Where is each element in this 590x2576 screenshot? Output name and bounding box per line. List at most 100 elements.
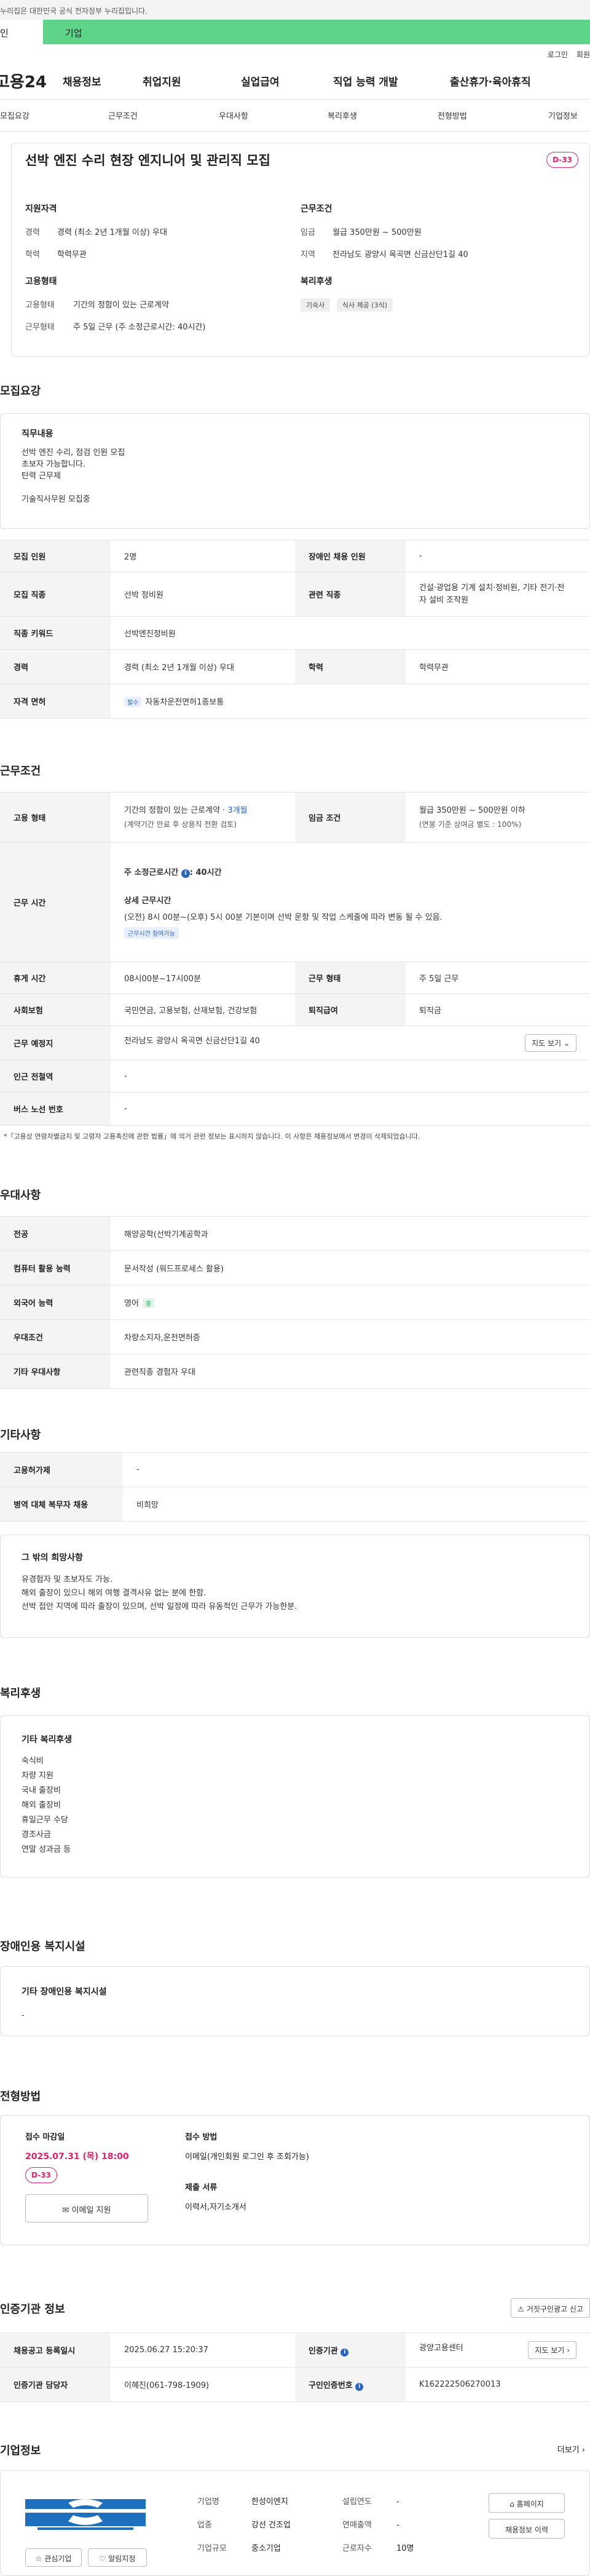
subnav-conditions[interactable]: 근무조건: [108, 109, 138, 121]
info-icon[interactable]: i: [340, 2348, 349, 2357]
subnav-welfare[interactable]: 복리후생: [328, 109, 357, 121]
chevron-down-icon: ⌄: [563, 1039, 570, 1048]
company-more-link[interactable]: 더보기 ›: [557, 2443, 585, 2455]
conditions-section-title: 근무조건: [0, 765, 41, 778]
table-cell: K162222506270013: [406, 2367, 590, 2402]
table-header-cell: 관련 직종: [295, 572, 406, 617]
hours-tip-tag[interactable]: 근무시간 참여가능: [124, 927, 179, 939]
main-menu: 채용정보 취업지원 실업급여 직업 능력 개발 출산휴가·육아휴직: [63, 73, 567, 89]
dday-badge: D-33: [546, 152, 578, 168]
area-value: 전라남도 광양시 옥곡면 신금산단1길 40: [332, 250, 468, 259]
map-view-button[interactable]: 지도 보기 ⌄: [525, 1034, 576, 1052]
required-tag: 필수: [124, 697, 142, 707]
table-header-cell: 자격 면허: [0, 684, 111, 719]
alarm-button[interactable]: ♡ 알림지정: [88, 2548, 147, 2567]
job-history-button[interactable]: 채용정보 이력: [489, 2519, 565, 2538]
table-cell: 선박엔진정비원: [111, 616, 590, 650]
table-header-cell: 임금 조건: [295, 792, 406, 843]
homepage-button[interactable]: ⌂ 홈페이지: [489, 2493, 565, 2513]
table-cell: -: [111, 1060, 590, 1092]
site-logo[interactable]: 고용24: [0, 69, 63, 92]
wish-box: 그 밖의 희망사항 유경험자 및 초보자도 가능. 해외 출장이 있으니 해외 …: [0, 1535, 590, 1638]
job-summary-card: 선박 엔진 수리 현장 엔지니어 및 관리직 모집 D-33 지원자격 경력 경력…: [11, 143, 590, 357]
table-header-cell: 버스 노선 번호: [0, 1092, 111, 1126]
favorite-company-button[interactable]: ☆ 관심기업: [25, 2548, 82, 2567]
heart-icon: ♡: [99, 2554, 106, 2563]
weekly-hours-value: 40시간: [195, 868, 222, 877]
subnav-process[interactable]: 전형방법: [438, 109, 467, 121]
login-link[interactable]: 로그인: [548, 49, 568, 63]
tab-personal[interactable]: 인: [0, 20, 43, 44]
sales-value: -: [396, 2521, 399, 2530]
welfare-item: 국내 출장비: [22, 1786, 61, 1795]
career-label: 경력: [25, 228, 40, 237]
info-icon[interactable]: i: [355, 2382, 364, 2391]
table-header-cell: 병역 대체 복무자 채용: [0, 1487, 123, 1522]
detail-hours-text: (오전) 8시 00분~(오후) 5시 00분 기본이며 선박 운항 및 작업 …: [124, 913, 442, 922]
nav-item-leave[interactable]: 출산휴가·육아휴직: [450, 73, 567, 89]
deadline-value: 2025.07.31 (목) 18:00: [25, 2152, 129, 2162]
emp-type-text: 기간의 정함이 있는 근로계약 ·: [124, 805, 228, 815]
welfare-item: 해외 출장비: [22, 1801, 61, 1810]
summary-welfare: 복리후생 기숙사 식사 제공 (3식): [301, 275, 546, 312]
table-cell: 전라남도 광양시 옥곡면 신금산단1길 40 지도 보기 ⌄: [111, 1025, 590, 1061]
subnav-company[interactable]: 기업정보: [548, 109, 578, 121]
summary-employment: 고용형태 고용형태 기간의 정함이 있는 근로계약 근무형태 주 5일 근무 (주 …: [25, 275, 271, 342]
table-row: 병역 대체 복무자 채용 비희망: [0, 1487, 590, 1522]
table-row: 근무 예정지 전라남도 광양시 옥곡면 신금산단1길 40 지도 보기 ⌄: [0, 1025, 590, 1061]
table-row: 모집 직종 선박 정비원 관련 직종 건설·광업용 기계 설치·정비원, 기타 …: [0, 572, 590, 617]
table-header-cell: 전공: [0, 1216, 111, 1251]
info-icon[interactable]: i: [181, 869, 190, 878]
gov-notice-text: 누리집은 대한민국 공식 전자정부 누리집입니다.: [0, 7, 148, 15]
table-row: 직종 키워드 선박엔진정비원: [0, 616, 590, 650]
emp-type-value: 기간의 정함이 있는 근로계약: [73, 301, 169, 310]
job-cert-no-label: 구인인증번호: [309, 2380, 353, 2390]
company-logo-graphic: [25, 2499, 146, 2530]
email-apply-button[interactable]: ✉ 이메일 지원: [25, 2194, 148, 2222]
process-section-title: 전형방법: [0, 2090, 41, 2103]
mail-icon: ✉: [62, 2206, 69, 2215]
table-cell: 영어 중: [111, 1285, 590, 1320]
table-header-cell: 사회보험: [0, 994, 111, 1026]
agency-map-button[interactable]: 지도 보기 ›: [528, 2341, 576, 2359]
nav-item-training[interactable]: 직업 능력 개발: [333, 73, 450, 89]
job-history-label: 채용정보 이력: [505, 2526, 549, 2534]
disability-facility-heading: 기타 장애인용 복지시설: [22, 1987, 107, 1997]
table-row: 채용공고 등록일시 2025.06.27 15:20:37 인증기관 i 광양고…: [0, 2333, 590, 2368]
table-header-cell: 우대조건: [0, 1319, 111, 1354]
table-cell: 2명: [111, 540, 295, 572]
chevron-right-icon: ›: [567, 2346, 570, 2355]
table-header-cell: 컴퓨터 활용 능력: [0, 1250, 111, 1286]
tab-business[interactable]: 기업: [43, 20, 590, 44]
report-false-ad-button[interactable]: ⚠ 거짓구인광고 신고: [511, 2298, 590, 2318]
founded-value: -: [396, 2497, 399, 2507]
company-name-label: 기업명: [197, 2497, 219, 2507]
subnav-preference[interactable]: 우대사항: [219, 109, 248, 121]
table-row: 고용 형태 기간의 정함이 있는 근로계약 · 3개월 (계약기간 만료 후 상…: [0, 792, 590, 843]
nav-item-employment-support[interactable]: 취업지원: [143, 73, 241, 89]
company-info-col1: 기업명 한성이엔지 업종 강선 건조업 기업규모 중소기업: [197, 2491, 291, 2561]
nav-item-unemployment[interactable]: 실업급여: [241, 73, 333, 89]
table-row: 컴퓨터 활용 능력 문서작성 (워드프로세스 활용): [0, 1250, 590, 1286]
wage-note: (연봉 기준 상여금 별도 : 100%): [419, 820, 522, 829]
duty-box: 직무내용 선박 엔진 수리, 점검 인원 모집 초보자 가능합니다. 탄력 근무…: [0, 413, 590, 529]
table-cell: 문서작성 (워드프로세스 활용): [111, 1250, 590, 1286]
welfare-item: 경조사금: [22, 1830, 51, 1839]
table-row: 근무 시간 주 소정근로시간 i: 40시간 상세 근무시간 (오전) 8시 0…: [0, 842, 590, 962]
signup-link[interactable]: 회원: [576, 49, 590, 63]
license-value: 자동차운전면허1종보통: [145, 698, 224, 707]
nav-item-jobs[interactable]: 채용정보: [63, 73, 143, 89]
table-header-cell: 외국어 능력: [0, 1285, 111, 1320]
table-cell: 건설·광업용 기계 설치·정비원, 기타 전기·전 자 설비 조작원: [406, 572, 590, 617]
summary-conditions: 근무조건 임금 월급 350만원 ~ 500만원 지역 전라남도 광양시 옥곡면 신…: [301, 202, 546, 270]
preference-section-title: 우대사항: [0, 1189, 41, 1202]
welfare-item: 숙식비: [22, 1756, 44, 1766]
industry-value: 강선 건조업: [251, 2521, 291, 2530]
table-row: 인증기관 담당자 이혜진(061-798-1909) 구인인증번호 i K162…: [0, 2367, 590, 2402]
table-row: 버스 노선 번호 -: [0, 1092, 590, 1126]
table-header-cell: 휴게 시간: [0, 962, 111, 994]
company-size-label: 기업규모: [197, 2544, 227, 2553]
welfare-heading: 복리후생: [301, 277, 332, 286]
table-header-cell: 근무 시간: [0, 842, 111, 962]
subnav-recruit[interactable]: 모집요강: [0, 109, 30, 121]
